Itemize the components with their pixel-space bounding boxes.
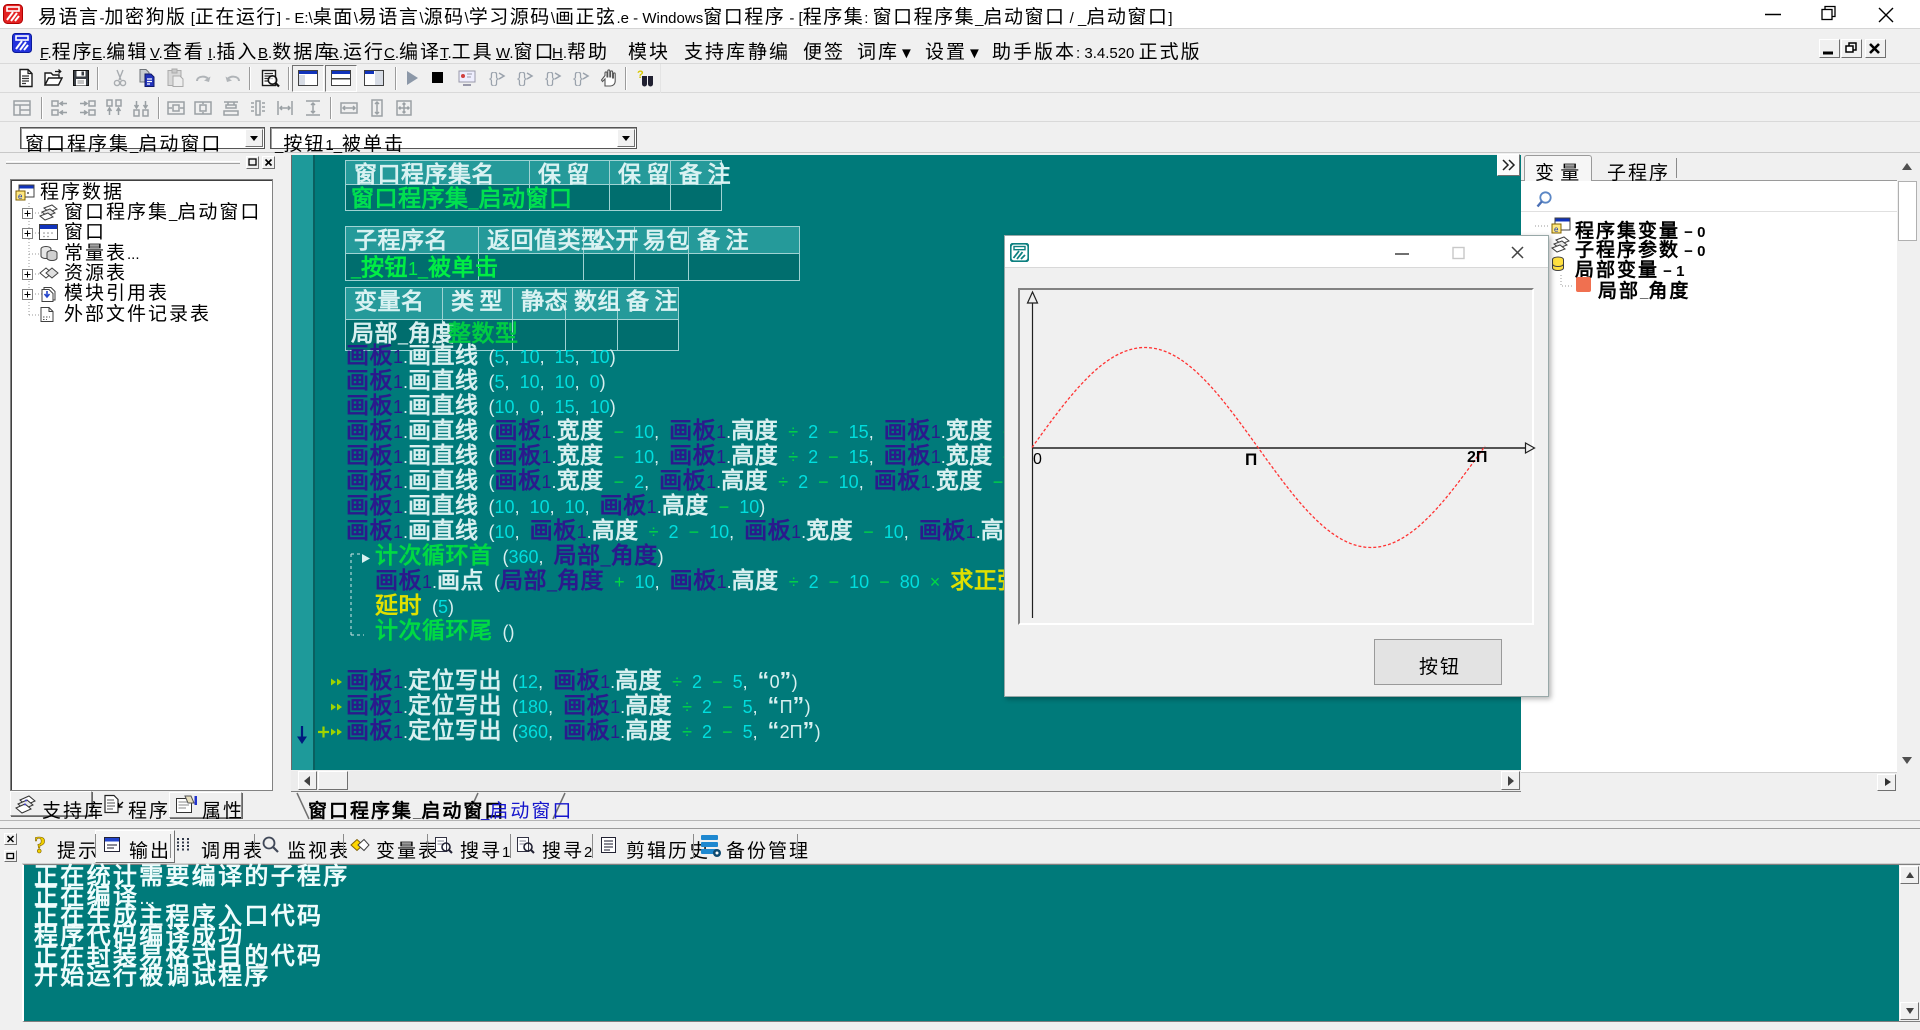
svg-text:{}: {} bbox=[517, 70, 527, 87]
svg-text:{}: {} bbox=[489, 70, 499, 87]
svg-text:e: e bbox=[1554, 225, 1559, 234]
svg-text:{}: {} bbox=[573, 70, 583, 87]
svg-text:e: e bbox=[18, 192, 23, 201]
svg-text:?: ? bbox=[34, 833, 46, 858]
svg-text:{}: {} bbox=[545, 70, 555, 87]
